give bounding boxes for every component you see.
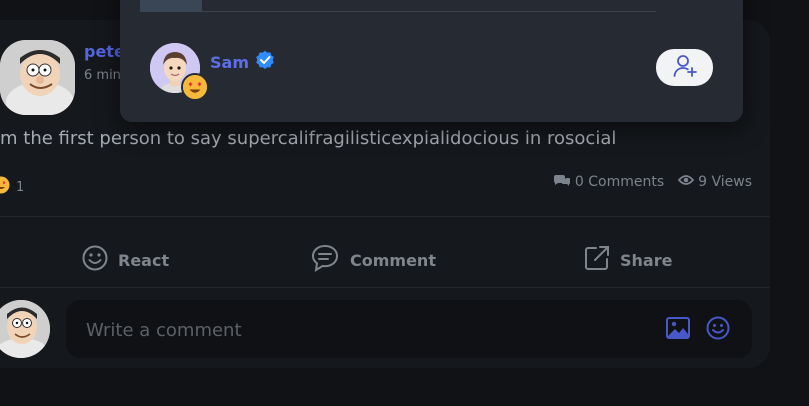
feed-viewport: pete 6 min m the first person to say sup… (0, 0, 809, 406)
comments-icon (553, 173, 571, 191)
sam-user-name: Sam (210, 52, 249, 72)
react-button[interactable]: React (82, 230, 169, 290)
emoji-icon[interactable] (706, 316, 730, 344)
comment-input[interactable] (84, 300, 648, 360)
comments-stat[interactable]: 0 Comments (553, 173, 664, 191)
post-stats: 0 Comments 9 Views (553, 173, 752, 191)
divider (0, 287, 770, 288)
commenter-avatar (0, 300, 50, 358)
divider (0, 216, 770, 217)
eye-icon (677, 174, 695, 190)
post-body-text: m the first person to say supercalifragi… (0, 128, 617, 149)
verified-badge-icon (255, 50, 275, 74)
sam-user[interactable]: Sam (210, 50, 275, 74)
popup-scroll-track (140, 11, 656, 12)
post-actions: React Comment Share (0, 230, 760, 290)
comment-button[interactable]: Comment (310, 230, 436, 290)
popup-scroll-thumb[interactable] (140, 0, 202, 12)
image-icon[interactable] (666, 317, 690, 343)
react-label: React (118, 250, 170, 270)
post-timestamp: 6 min (84, 68, 121, 83)
heart-eyes-emoji-icon (0, 176, 10, 198)
comment-composer (66, 300, 752, 360)
share-icon (584, 245, 610, 275)
comment-label: Comment (350, 250, 436, 270)
post-author-avatar[interactable] (0, 40, 75, 115)
heart-eyes-badge-icon (181, 73, 209, 101)
add-friend-button[interactable] (656, 49, 713, 86)
post-author-name[interactable]: pete (84, 42, 125, 61)
reaction-count: 1 (16, 179, 25, 195)
reactions-popup: Sam (120, 0, 743, 122)
add-user-icon (672, 53, 698, 83)
comment-bubble-icon (310, 243, 340, 277)
smiley-icon (82, 245, 108, 275)
views-count: 9 Views (698, 174, 752, 190)
reaction-summary[interactable]: 1 (0, 176, 24, 198)
share-label: Share (620, 250, 673, 270)
share-button[interactable]: Share (584, 230, 672, 290)
views-stat: 9 Views (677, 174, 752, 190)
comments-count: 0 Comments (574, 174, 665, 190)
